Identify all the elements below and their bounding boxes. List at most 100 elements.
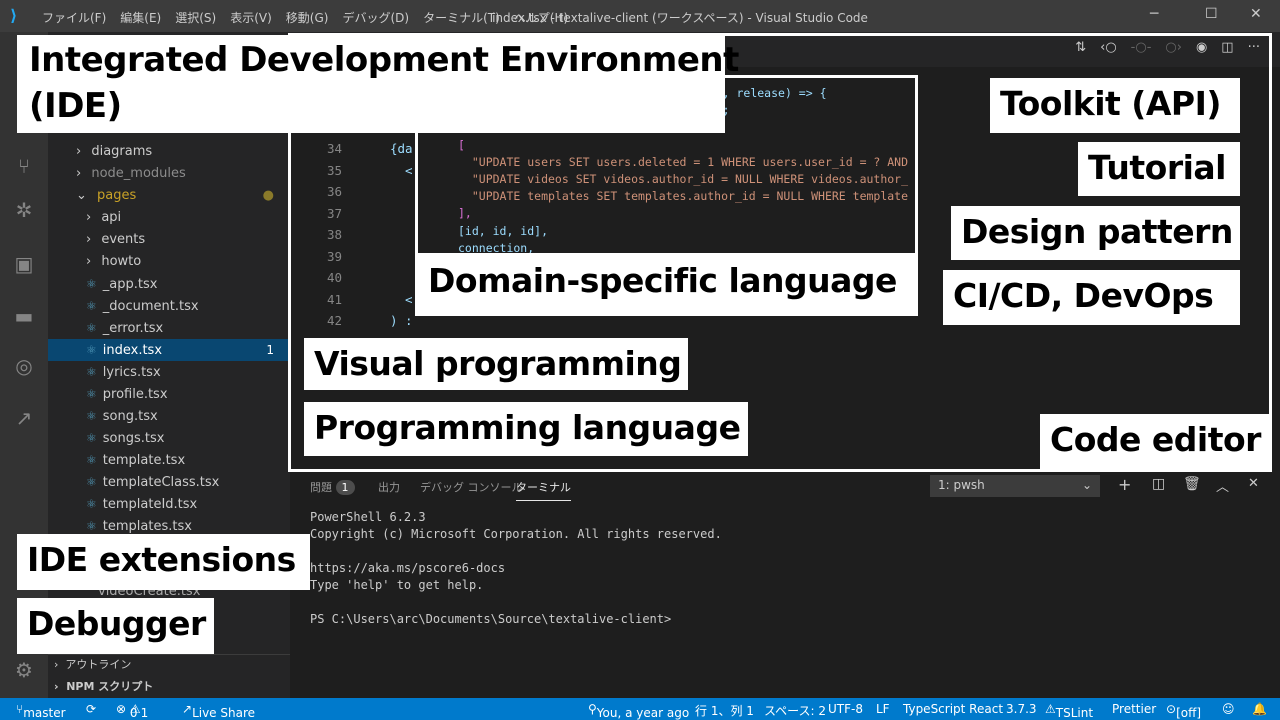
react-file-icon: ⚛ (86, 519, 97, 533)
tab-problems[interactable]: 問題 1 (310, 479, 355, 495)
label-ide-line1: Integrated Development Environment (29, 40, 739, 80)
problem-count-badge: 1 (266, 343, 274, 357)
file-item-songtsx[interactable]: ⚛ song.tsx (48, 405, 290, 427)
maximize-panel-icon[interactable]: ︿ (1216, 476, 1229, 495)
file-item-lyricstsx[interactable]: ⚛ lyrics.tsx (48, 361, 290, 383)
chevron-right-icon: › (86, 232, 96, 247)
file-label: _error.tsx (102, 321, 164, 336)
chevron-down-icon: ⌄ (76, 188, 92, 203)
terminal-line: PowerShell 6.2.3 (310, 510, 426, 524)
tslint-item[interactable]: ⚠ TSLint (1045, 702, 1093, 720)
branch-name: master (23, 706, 66, 720)
close-button[interactable]: ✕ (1250, 6, 1262, 22)
label-toolkit: Toolkit (API) (990, 78, 1240, 133)
sync-icon[interactable]: ⟳ (86, 702, 96, 716)
new-terminal-icon[interactable]: + (1118, 475, 1131, 494)
terminal-line: Copyright (c) Microsoft Corporation. All… (310, 527, 722, 541)
file-item-templateidtsx[interactable]: ⚛ templateId.tsx (48, 493, 290, 515)
tab-terminal[interactable]: ターミナル (516, 479, 571, 501)
minimize-button[interactable]: ─ (1150, 6, 1158, 22)
live-server-item[interactable]: ⊙ [off] (1166, 702, 1201, 720)
file-item-profiletsx[interactable]: ⚛ profile.tsx (48, 383, 290, 405)
blame-label: You, a year ago (596, 706, 690, 720)
react-file-icon: ⚛ (86, 475, 97, 489)
file-item-templateclasstsx[interactable]: ⚛ templateClass.tsx (48, 471, 290, 493)
file-label: profile.tsx (102, 387, 168, 402)
folder-item-api[interactable]: › api (48, 207, 290, 229)
maximize-button[interactable]: ☐ (1205, 6, 1218, 22)
dsl-code-line: "UPDATE videos SET videos.author_id = NU… (458, 172, 909, 186)
file-label: diagrams (91, 144, 153, 159)
close-panel-icon[interactable]: ✕ (1248, 476, 1259, 491)
file-label: pages (97, 188, 137, 203)
end-of-line[interactable]: LF (876, 702, 890, 716)
tslint-label: TSLint (1055, 706, 1094, 720)
source-control-icon[interactable]: ⑂ (12, 154, 36, 178)
file-label: templateClass.tsx (102, 475, 220, 490)
language-mode[interactable]: TypeScript React (903, 702, 1003, 716)
label-visual-programming: Visual programming (304, 338, 688, 390)
label-ide: Integrated Development Environment (IDE) (17, 35, 739, 133)
chevron-right-icon: › (86, 254, 96, 269)
live-share-icon[interactable]: ↗ (12, 406, 36, 430)
live-share-item[interactable]: ↗ Live Share (182, 702, 255, 720)
label-domain-specific-language: Domain-specific language (418, 253, 915, 313)
file-item-indextsx[interactable]: ⚛ index.tsx 1 (48, 339, 290, 361)
file-label: songs.tsx (102, 431, 165, 446)
folder-item-howto[interactable]: › howto (48, 251, 290, 273)
react-file-icon: ⚛ (86, 409, 97, 423)
file-item-templatetsx[interactable]: ⚛ template.tsx (48, 449, 290, 471)
dsl-code-line: [id, id, id], (458, 223, 549, 238)
folder-item-diagrams[interactable]: › diagrams (48, 141, 290, 163)
modified-dot-icon: ● (262, 188, 274, 203)
file-item-apptsx[interactable]: ⚛ _app.tsx (48, 273, 290, 295)
terminal-line: PS C:\Users\arc\Documents\Source\textali… (310, 612, 672, 626)
terminal-select[interactable]: 1: pwsh ⌄ (930, 475, 1100, 497)
docker-icon[interactable]: ▬ (12, 304, 36, 328)
npm-scripts-section[interactable]: › NPM スクリプト (48, 676, 290, 698)
outline-section[interactable]: › アウトライン (48, 654, 290, 676)
file-label: events (101, 232, 146, 247)
dsl-code-line: "UPDATE templates SET templates.author_i… (458, 189, 909, 204)
file-label: song.tsx (102, 409, 158, 424)
problems-item[interactable]: ⊗ 0 ⚠ 1 (116, 702, 148, 720)
outline-label: アウトライン (65, 658, 132, 671)
react-file-icon: ⚛ (86, 453, 97, 467)
extensions-icon[interactable]: ▣ (12, 252, 36, 276)
folder-item-events[interactable]: › events (48, 229, 290, 251)
prettier-item[interactable]: Prettier (1112, 702, 1156, 716)
file-label: index.tsx (102, 343, 163, 358)
folder-item-nodemodules[interactable]: › node_modules (48, 163, 290, 185)
cursor-position[interactable]: 行 1、列 1 (695, 702, 754, 719)
trash-icon[interactable]: 🗑 (1183, 476, 1201, 492)
indentation[interactable]: スペース: 2 (764, 702, 826, 719)
folder-item-pages[interactable]: ⌄ pages ● (48, 185, 290, 207)
blame-item[interactable]: ⚲ You, a year ago (588, 702, 689, 720)
label-tutorial: Tutorial (1078, 142, 1240, 196)
split-terminal-icon[interactable]: ◫ (1152, 476, 1165, 492)
ts-version[interactable]: 3.7.3 (1006, 702, 1037, 716)
encoding[interactable]: UTF-8 (828, 702, 863, 716)
notifications-bell-icon[interactable]: 🔔 (1252, 702, 1267, 716)
npm-scripts-label: NPM スクリプト (66, 680, 154, 693)
file-label: templates.tsx (102, 519, 192, 534)
file-item-errortsx[interactable]: ⚛ _error.tsx (48, 317, 290, 339)
chevron-right-icon: › (86, 210, 96, 225)
gitlens-icon[interactable]: ◎ (12, 354, 36, 378)
live-share-label: Live Share (192, 706, 256, 720)
branch-item[interactable]: ⑂ master (16, 702, 66, 720)
label-code-editor: Code editor (1040, 414, 1272, 472)
react-file-icon: ⚛ (86, 321, 97, 335)
chevron-right-icon: › (54, 680, 67, 693)
dsl-code-line: [ (458, 137, 465, 152)
debug-icon[interactable]: ✲ (12, 198, 36, 222)
tab-debug-console[interactable]: デバッグ コンソール (420, 479, 523, 495)
file-item-documenttsx[interactable]: ⚛ _document.tsx (48, 295, 290, 317)
tab-output[interactable]: 出力 (378, 479, 400, 495)
label-design-pattern: Design pattern (951, 206, 1240, 260)
tab-problems-label: 問題 (310, 481, 332, 494)
feedback-smiley-icon[interactable]: ☺ (1222, 702, 1235, 716)
file-item-songstsx[interactable]: ⚛ songs.tsx (48, 427, 290, 449)
settings-gear-icon[interactable]: ⚙ (12, 658, 36, 682)
warning-count: 1 (140, 706, 149, 720)
